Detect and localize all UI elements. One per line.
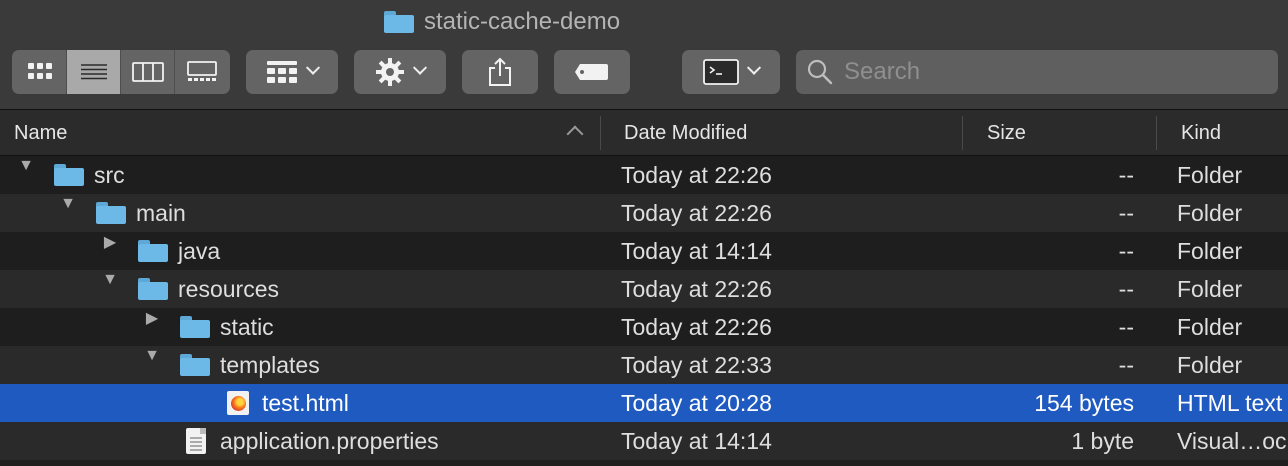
column-divider[interactable] (1156, 116, 1157, 150)
file-name: src (94, 161, 125, 188)
grid-icon (27, 63, 52, 79)
file-name: main (136, 199, 186, 226)
disclosure-expanded-icon[interactable]: ▼ (100, 270, 120, 290)
terminal-icon (703, 59, 739, 85)
file-date: Today at 22:26 (621, 199, 772, 226)
file-kind: Folder (1177, 313, 1243, 340)
file-size: -- (1118, 237, 1134, 264)
file-date: Today at 22:26 (621, 275, 772, 302)
file-row[interactable]: application.properties Today at 14:14 1 … (0, 422, 1288, 460)
file-row[interactable]: ▼ main Today at 22:26 -- Folder (0, 194, 1288, 232)
file-row-selected[interactable]: test.html Today at 20:28 154 bytes HTML … (0, 384, 1288, 422)
file-size: -- (1118, 275, 1134, 302)
firefox-html-icon (227, 391, 249, 415)
file-size: -- (1118, 199, 1134, 226)
disclosure-collapsed-icon[interactable]: ▶ (142, 308, 162, 328)
name-column-header[interactable]: Name (14, 110, 67, 156)
size-column-header[interactable]: Size (987, 110, 1026, 156)
file-size: 1 byte (1071, 427, 1134, 454)
file-size: -- (1118, 313, 1134, 340)
tags-button[interactable] (554, 50, 630, 94)
file-kind: Visual…oc (1177, 427, 1287, 454)
file-list: ▼ src Today at 22:26 -- Folder ▼ main To… (0, 156, 1288, 460)
folder-icon (96, 202, 126, 224)
file-date: Today at 22:33 (621, 351, 772, 378)
sort-ascending-icon (566, 125, 584, 143)
file-date: Today at 20:28 (621, 389, 772, 416)
disclosure-expanded-icon[interactable]: ▼ (142, 346, 162, 366)
file-kind: Folder (1177, 199, 1243, 226)
folder-icon (54, 164, 84, 186)
disclosure-collapsed-icon[interactable]: ▶ (100, 232, 120, 252)
file-kind: Folder (1177, 237, 1243, 264)
tag-icon (575, 64, 608, 80)
date-column-header[interactable]: Date Modified (624, 110, 747, 156)
chevron-down-icon (305, 60, 321, 75)
terminal-button[interactable] (682, 50, 780, 94)
share-icon (489, 57, 511, 86)
file-name: templates (220, 351, 320, 378)
file-kind: HTML text (1177, 389, 1283, 416)
file-kind: Folder (1177, 351, 1243, 378)
column-divider[interactable] (962, 116, 963, 150)
file-row[interactable]: ▼ resources Today at 22:26 -- Folder (0, 270, 1288, 308)
file-kind: Folder (1177, 161, 1243, 188)
file-size: 154 bytes (1034, 389, 1134, 416)
file-name: static (220, 313, 274, 340)
gallery-icon (187, 61, 217, 81)
list-view-button[interactable] (67, 50, 121, 94)
column-divider[interactable] (600, 116, 601, 150)
folder-icon (180, 354, 210, 376)
folder-icon (384, 11, 414, 33)
file-row[interactable]: ▶ static Today at 22:26 -- Folder (0, 308, 1288, 346)
folder-icon (138, 278, 168, 300)
file-date: Today at 22:26 (621, 161, 772, 188)
file-date: Today at 22:26 (621, 313, 772, 340)
folder-icon (138, 240, 168, 262)
disclosure-expanded-icon[interactable]: ▼ (58, 194, 78, 214)
window-title: static-cache-demo (384, 8, 620, 36)
search-field[interactable] (796, 50, 1278, 94)
icon-view-button[interactable] (13, 50, 67, 94)
file-row[interactable]: ▼ src Today at 22:26 -- Folder (0, 156, 1288, 194)
file-name: resources (178, 275, 279, 302)
gear-icon (376, 58, 404, 86)
file-size: -- (1118, 161, 1134, 188)
file-date: Today at 14:14 (621, 237, 772, 264)
document-icon (186, 428, 206, 454)
file-name: java (178, 237, 221, 264)
chevron-down-icon (412, 60, 428, 75)
group-by-button[interactable] (246, 50, 338, 94)
share-button[interactable] (462, 50, 538, 94)
column-view-button[interactable] (121, 50, 175, 94)
column-header: Name Date Modified Size Kind (0, 110, 1288, 156)
list-icon (80, 64, 107, 80)
view-mode-control (12, 50, 230, 94)
file-name: test.html (262, 389, 349, 416)
gallery-view-button[interactable] (175, 50, 229, 94)
toolbar: static-cache-demo (0, 0, 1288, 110)
file-name: application.properties (220, 427, 439, 454)
search-icon (807, 59, 833, 85)
file-row[interactable]: ▼ templates Today at 22:33 -- Folder (0, 346, 1288, 384)
columns-icon (131, 62, 164, 82)
search-input[interactable] (844, 58, 1264, 86)
disclosure-expanded-icon[interactable]: ▼ (16, 156, 36, 176)
file-date: Today at 14:14 (621, 427, 772, 454)
file-row[interactable]: ▶ java Today at 14:14 -- Folder (0, 232, 1288, 270)
chevron-down-icon (746, 60, 762, 75)
file-kind: Folder (1177, 275, 1243, 302)
kind-column-header[interactable]: Kind (1181, 110, 1221, 156)
folder-icon (180, 316, 210, 338)
file-size: -- (1118, 351, 1134, 378)
group-grid-icon (267, 61, 297, 83)
action-menu-button[interactable] (354, 50, 446, 94)
